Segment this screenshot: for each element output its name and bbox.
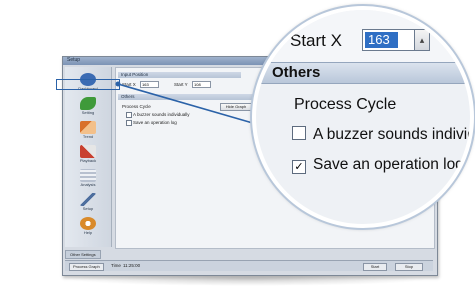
magnifier-callout: Start X 163 ▴ Others Process Cycle A buz… [252, 6, 474, 228]
zoom-start-x-label: Start X [290, 31, 342, 50]
callout-line [117, 83, 257, 125]
zoom-others-title: Others [272, 64, 321, 81]
zoom-buzzer-row[interactable]: A buzzer sounds individua [292, 126, 470, 144]
spin-arrows-icon[interactable]: ▴ [414, 29, 430, 51]
zoom-process-cycle-label: Process Cycle [294, 96, 397, 113]
zoom-save-log-row[interactable]: ✓ Save an operation log [292, 156, 464, 174]
zoom-section-header-others: Others [256, 62, 470, 84]
zoom-save-log-label: Save an operation log [313, 156, 464, 173]
callout-dot [115, 81, 121, 87]
zoom-buzzer-label: A buzzer sounds individua [313, 126, 470, 143]
zoom-buzzer-checkbox[interactable] [292, 126, 306, 140]
zoom-start-x-value: 163 [365, 32, 398, 48]
zoom-start-x-input[interactable]: 163 [362, 29, 416, 51]
zoom-save-log-checkbox[interactable]: ✓ [292, 160, 306, 174]
